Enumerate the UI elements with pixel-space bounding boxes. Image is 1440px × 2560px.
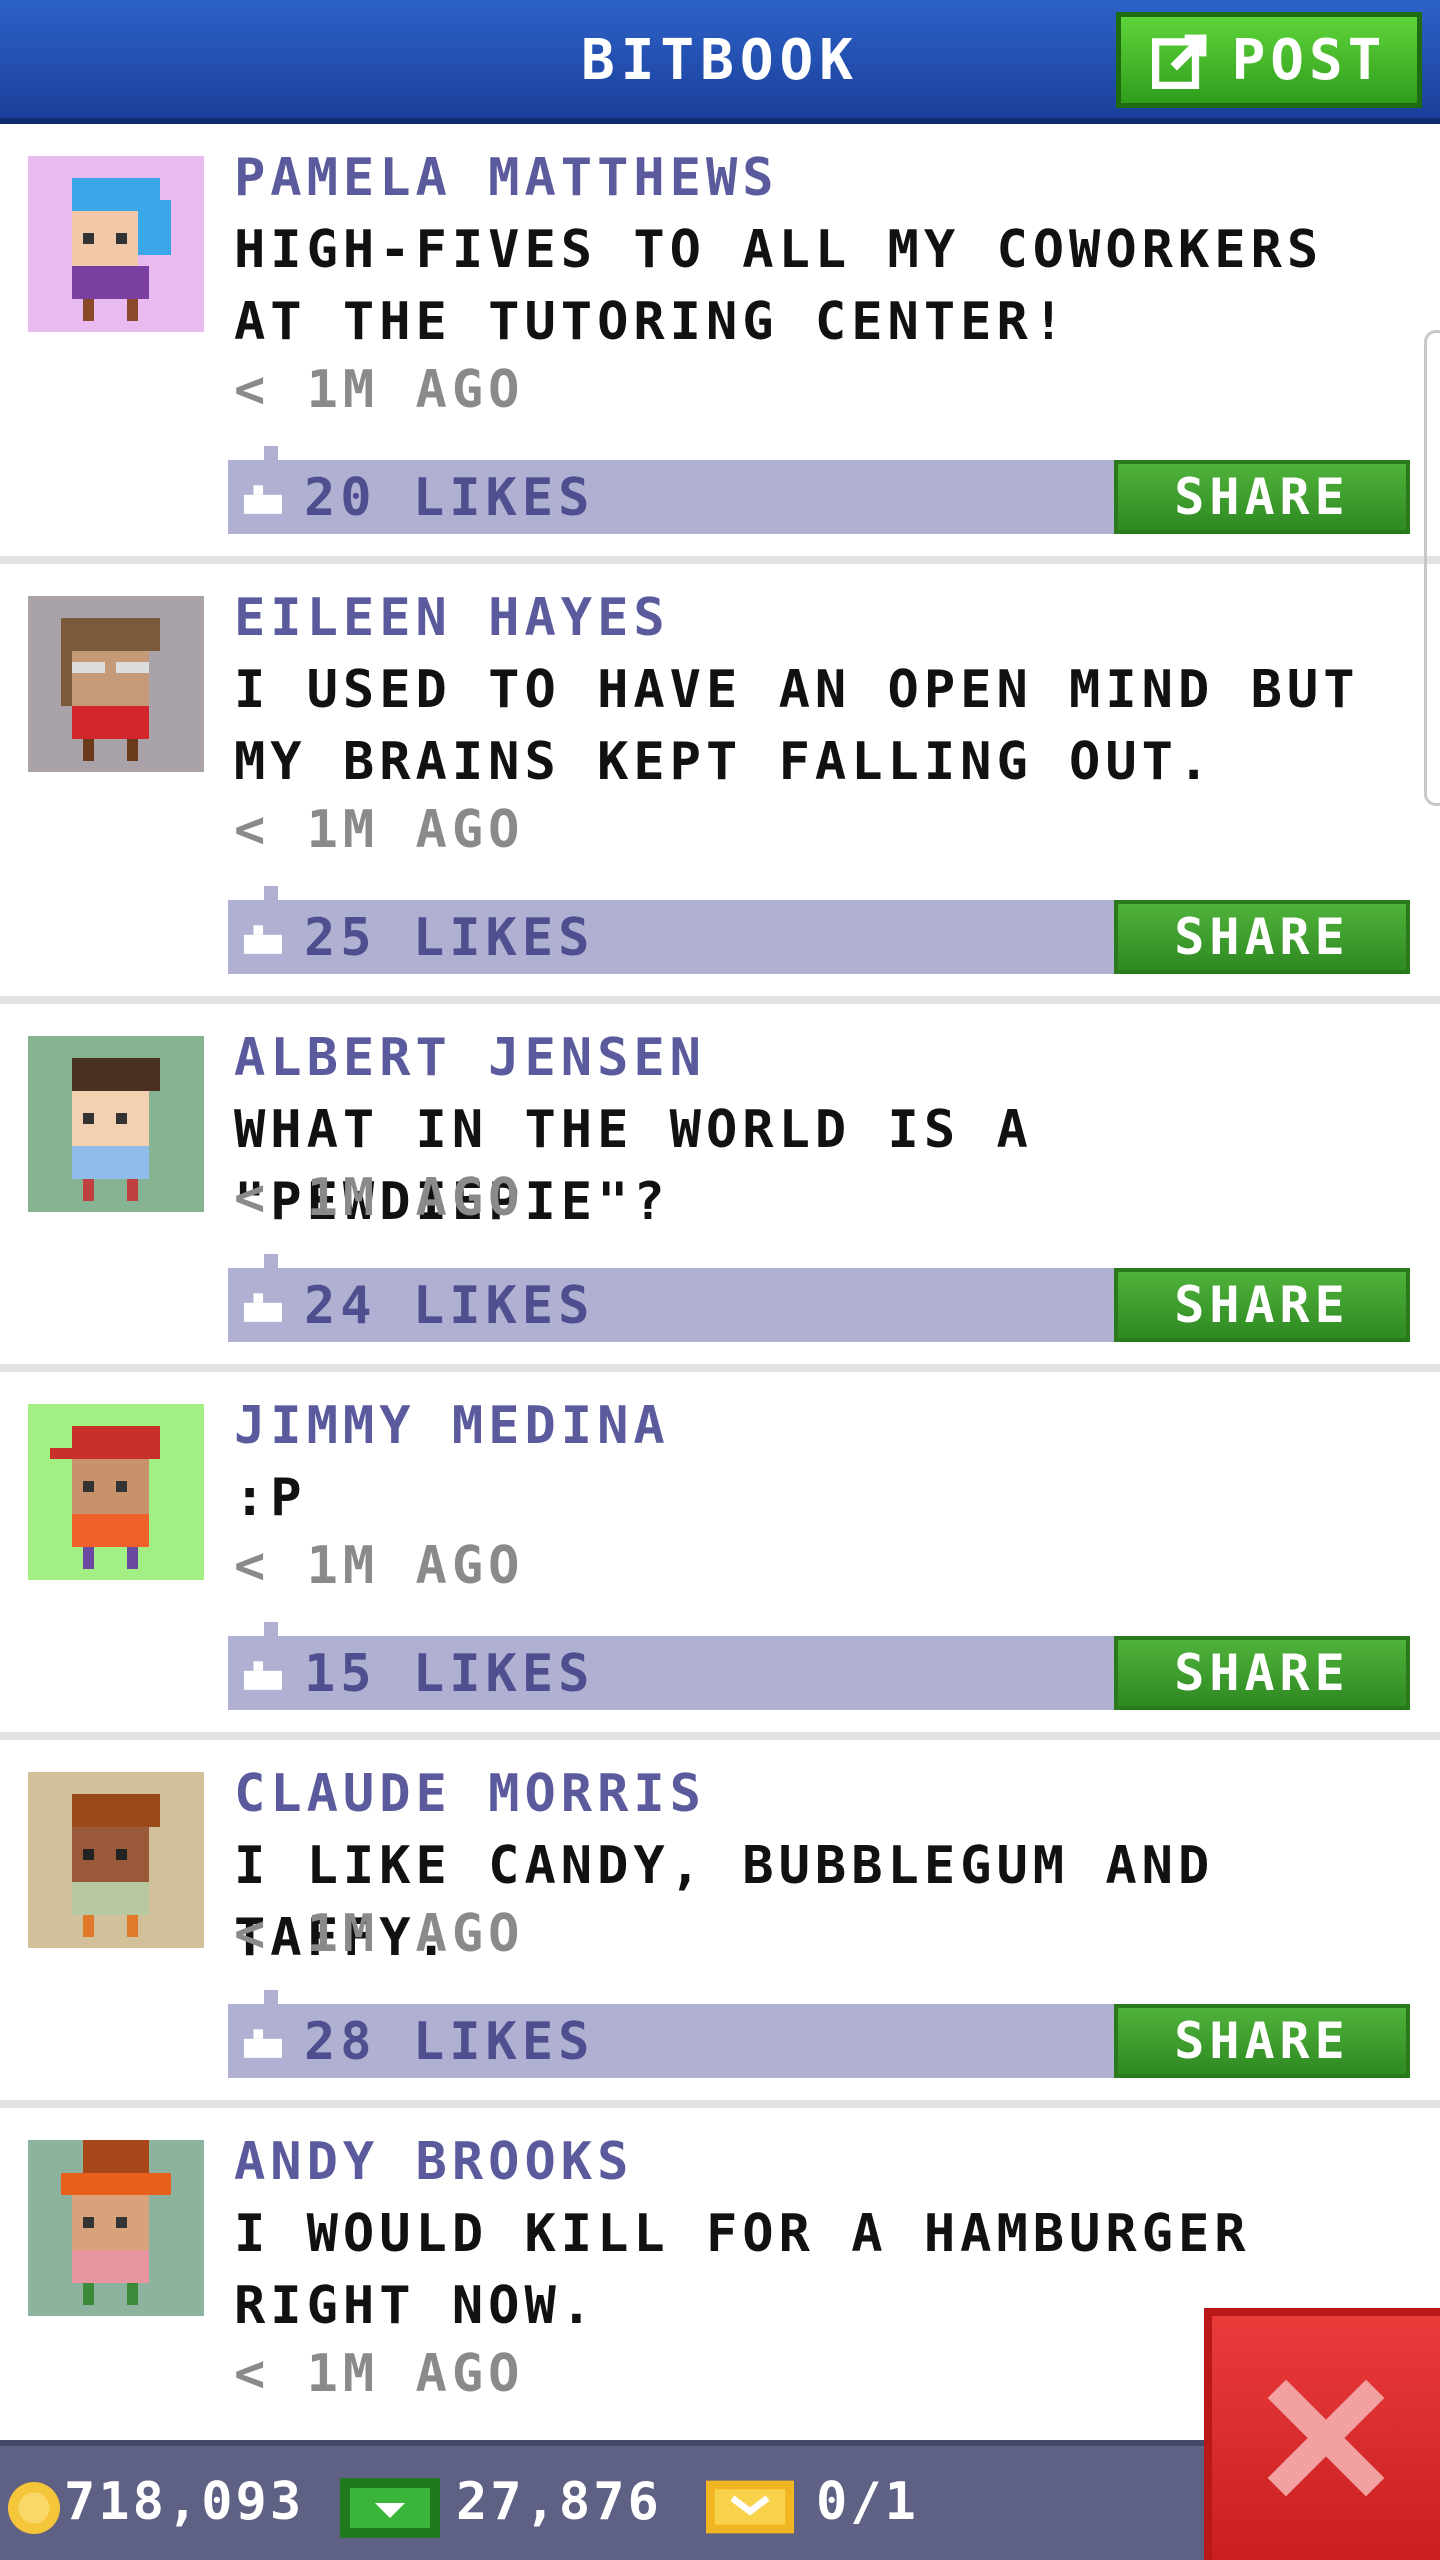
- orange-hat-man-avatar: [28, 2140, 204, 2316]
- post-time: < 1M AGO: [234, 1168, 525, 1228]
- post-author: PAMELA MATTHEWS: [234, 148, 779, 208]
- thumbs-up-icon: [244, 925, 282, 954]
- close-button[interactable]: [1204, 2308, 1440, 2560]
- thumbs-up-icon: [244, 485, 282, 514]
- post-time: < 1M AGO: [234, 800, 525, 860]
- like-bar[interactable]: 20 LIKES SHARE: [228, 446, 1410, 534]
- like-bar[interactable]: 28 LIKES SHARE: [228, 1990, 1410, 2078]
- post-author: ALBERT JENSEN: [234, 1028, 706, 1088]
- coin-icon: [8, 2482, 60, 2534]
- like-count: 24 LIKES: [304, 1276, 595, 1336]
- post-button[interactable]: POST: [1116, 12, 1422, 108]
- post-author: CLAUDE MORRIS: [234, 1764, 706, 1824]
- glasses-woman-avatar: [28, 596, 204, 772]
- post-time: < 1M AGO: [234, 1904, 525, 1964]
- app-header: BITBOOK POST: [0, 0, 1440, 124]
- scrollbar[interactable]: [1424, 330, 1440, 806]
- bitbook-feed[interactable]: PAMELA MATTHEWS HIGH-FIVES TO ALL MY COW…: [0, 124, 1440, 2548]
- post-button-label: POST: [1231, 27, 1387, 93]
- ticket-icon: [706, 2480, 794, 2534]
- post-message: :P: [234, 1468, 307, 1528]
- close-icon: [1267, 2379, 1385, 2497]
- share-button[interactable]: SHARE: [1114, 1636, 1410, 1710]
- share-button[interactable]: SHARE: [1114, 900, 1410, 974]
- post-time: < 1M AGO: [234, 1536, 525, 1596]
- like-bar[interactable]: 24 LIKES SHARE: [228, 1254, 1410, 1342]
- feed-post: JIMMY MEDINA :P < 1M AGO 15 LIKES SHARE: [0, 1372, 1440, 1740]
- bux-count: 27,876: [456, 2472, 662, 2532]
- post-time: < 1M AGO: [234, 2344, 525, 2404]
- bux-icon: [340, 2478, 440, 2538]
- post-author: EILEEN HAYES: [234, 588, 670, 648]
- like-count: 15 LIKES: [304, 1644, 595, 1704]
- red-cap-man-avatar: [28, 1404, 204, 1580]
- share-button[interactable]: SHARE: [1114, 460, 1410, 534]
- post-author: ANDY BROOKS: [234, 2132, 634, 2192]
- like-bar[interactable]: 25 LIKES SHARE: [228, 886, 1410, 974]
- dark-skinned-man-avatar: [28, 1772, 204, 1948]
- feed-post: CLAUDE MORRIS I LIKE CANDY, BUBBLEGUM AN…: [0, 1740, 1440, 2108]
- feed-post: EILEEN HAYES I USED TO HAVE AN OPEN MIND…: [0, 564, 1440, 1004]
- thumbs-up-icon: [244, 1661, 282, 1690]
- feed-post: ALBERT JENSEN WHAT IN THE WORLD IS A "PE…: [0, 1004, 1440, 1372]
- ticket-count: 0/1: [816, 2472, 919, 2532]
- post-message: I USED TO HAVE AN OPEN MIND BUT MY BRAIN…: [234, 660, 1360, 792]
- thumbs-up-icon: [244, 2029, 282, 2058]
- like-count: 20 LIKES: [304, 468, 595, 528]
- like-bar[interactable]: 15 LIKES SHARE: [228, 1622, 1410, 1710]
- share-button[interactable]: SHARE: [1114, 1268, 1410, 1342]
- like-count: 28 LIKES: [304, 2012, 595, 2072]
- brown-haired-man-avatar: [28, 1036, 204, 1212]
- coin-count: 718,093: [64, 2472, 305, 2532]
- post-time: < 1M AGO: [234, 360, 525, 420]
- share-button[interactable]: SHARE: [1114, 2004, 1410, 2078]
- feed-post: PAMELA MATTHEWS HIGH-FIVES TO ALL MY COW…: [0, 124, 1440, 564]
- post-author: JIMMY MEDINA: [234, 1396, 670, 1456]
- like-count: 25 LIKES: [304, 908, 595, 968]
- compose-icon: [1151, 34, 1206, 89]
- post-message: HIGH-FIVES TO ALL MY COWORKERS AT THE TU…: [234, 220, 1324, 352]
- thumbs-up-icon: [244, 1293, 282, 1322]
- pink-haired-woman-avatar: [28, 156, 204, 332]
